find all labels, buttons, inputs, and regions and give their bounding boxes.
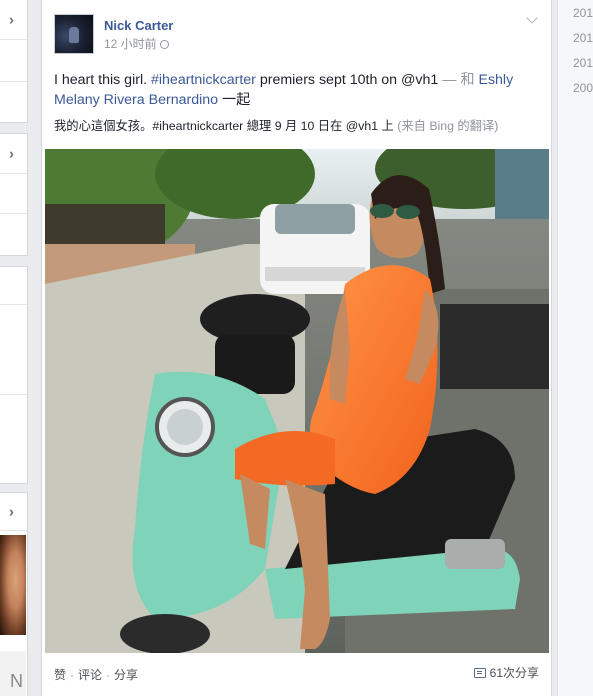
left-card-row bbox=[0, 305, 27, 395]
hashtag-link[interactable]: #iheartnickcarter bbox=[151, 72, 256, 88]
left-card-2: › bbox=[0, 133, 28, 256]
post-text-middle: premiers sept 10th on @vh1 bbox=[255, 72, 443, 88]
post-timestamp[interactable]: 12 小时前 bbox=[104, 37, 157, 51]
comment-link[interactable]: 评论 bbox=[78, 668, 102, 682]
year-link[interactable]: 201 bbox=[573, 6, 593, 20]
post-meta: 12 小时前 bbox=[104, 35, 169, 52]
action-separator: · bbox=[106, 668, 111, 682]
post-actions: 赞 · 评论 · 分享 bbox=[54, 666, 138, 683]
year-link[interactable]: 201 bbox=[573, 56, 593, 70]
friend-photo[interactable]: N bbox=[0, 651, 26, 696]
with-separator: — 和 bbox=[442, 72, 479, 88]
left-card-row bbox=[0, 267, 27, 305]
year-link[interactable]: 201 bbox=[573, 31, 593, 45]
globe-icon bbox=[159, 40, 169, 49]
translation-source[interactable]: (来自 Bing 的翻译) bbox=[397, 119, 498, 133]
action-separator: · bbox=[70, 668, 75, 682]
left-card-row bbox=[0, 214, 27, 257]
chevron-right-icon[interactable]: › bbox=[9, 503, 14, 520]
left-card-row bbox=[0, 82, 27, 124]
post-text-main: I heart this girl. bbox=[54, 72, 151, 88]
left-card-1: › bbox=[0, 0, 28, 123]
year-link[interactable]: 200 bbox=[573, 81, 593, 95]
share-count[interactable]: 61次分享 bbox=[473, 664, 539, 681]
left-card-row[interactable]: › bbox=[0, 0, 27, 40]
left-card-3 bbox=[0, 266, 28, 484]
share-icon bbox=[473, 668, 486, 678]
post-photo[interactable] bbox=[45, 149, 549, 653]
timeline-year-rail: 201 201 201 200 bbox=[557, 0, 593, 696]
photo-illustration bbox=[45, 149, 549, 653]
like-link[interactable]: 赞 bbox=[54, 668, 66, 682]
translation-text: 我的心這個女孩。#iheartnickcarter 總理 9 月 10 日在 @… bbox=[54, 119, 398, 133]
left-card-row bbox=[0, 40, 27, 82]
post-text-suffix: 一起 bbox=[218, 92, 251, 108]
share-count-label: 61次分享 bbox=[489, 666, 539, 680]
share-link[interactable]: 分享 bbox=[114, 668, 138, 682]
friend-photo[interactable] bbox=[0, 535, 26, 635]
left-card-row[interactable]: › bbox=[0, 134, 27, 174]
left-card-row[interactable]: › bbox=[0, 493, 27, 531]
author-name[interactable]: Nick Carter bbox=[104, 18, 173, 33]
author-avatar[interactable] bbox=[54, 14, 94, 54]
translation: 我的心這個女孩。#iheartnickcarter 總理 9 月 10 日在 @… bbox=[54, 116, 498, 134]
friend-photo-letter: N bbox=[10, 671, 23, 691]
left-card-row bbox=[0, 395, 27, 485]
chevron-right-icon[interactable]: › bbox=[9, 145, 14, 162]
chevron-down-icon[interactable] bbox=[527, 12, 539, 24]
left-card-4: › N bbox=[0, 492, 28, 696]
post-card: Nick Carter 12 小时前 I heart this girl. #i… bbox=[41, 0, 552, 696]
left-card-row bbox=[0, 174, 27, 214]
post-text: I heart this girl. #iheartnickcarter pre… bbox=[54, 70, 542, 110]
chevron-right-icon[interactable]: › bbox=[9, 11, 14, 28]
